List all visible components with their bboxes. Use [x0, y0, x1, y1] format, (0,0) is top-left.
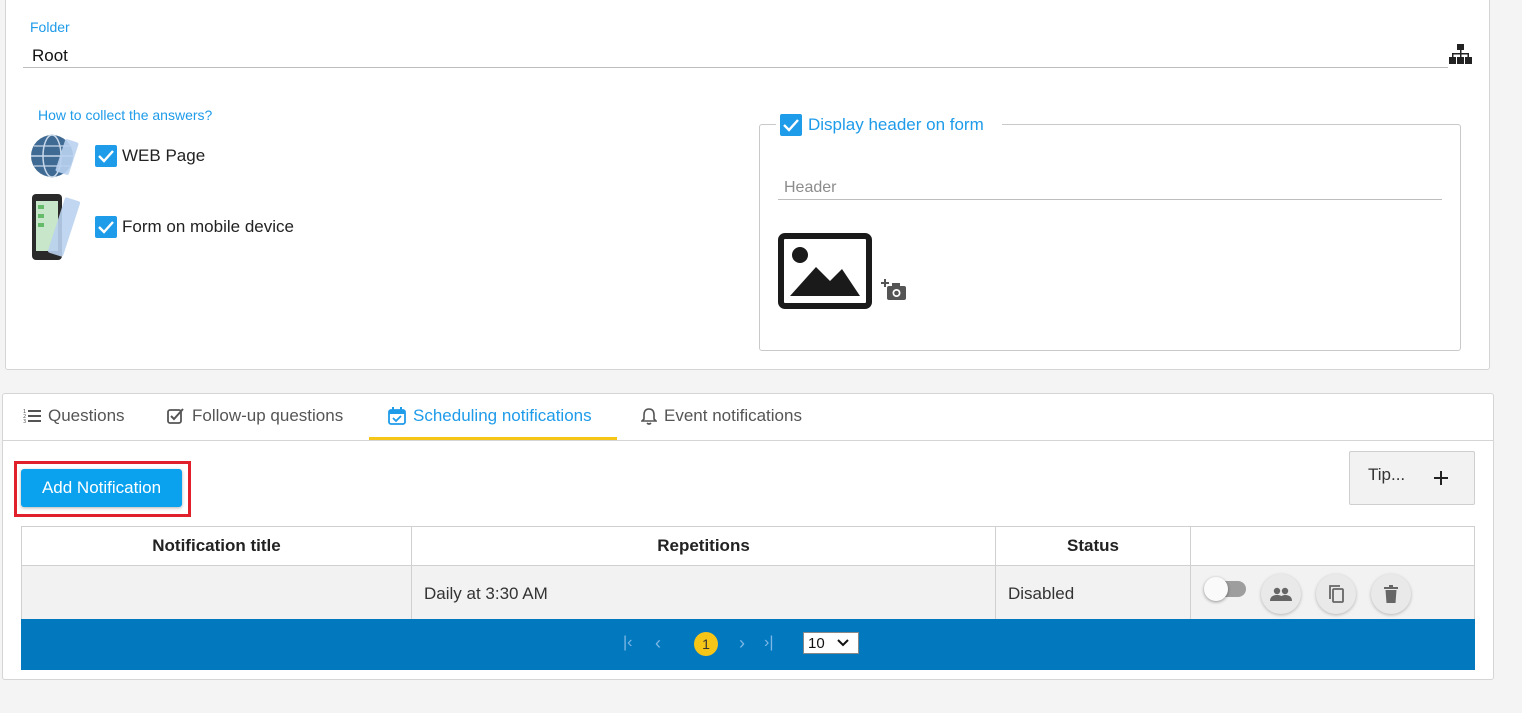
tab-follow-up-questions[interactable]: Follow-up questions: [167, 406, 343, 426]
mobile-form-label: Form on mobile device: [122, 217, 294, 236]
prev-page-icon[interactable]: ‹: [655, 633, 661, 654]
copy-icon: [1329, 585, 1344, 603]
tab-event-label: Event notifications: [664, 406, 802, 425]
trash-icon: [1384, 585, 1398, 603]
first-page-icon[interactable]: |‹: [623, 634, 632, 652]
calendar-check-icon: [388, 407, 406, 425]
tab-event-notifications[interactable]: Event notifications: [641, 406, 802, 426]
folder-label: Folder: [30, 19, 70, 35]
display-header-checkbox[interactable]: [780, 114, 802, 136]
column-header-status[interactable]: Status: [995, 526, 1191, 566]
folder-field-underline: [23, 67, 1448, 68]
folder-tree-icon[interactable]: [1449, 44, 1472, 70]
cell-repetitions: Daily at 3:30 AM: [411, 565, 996, 623]
people-icon: [1270, 587, 1292, 601]
header-input[interactable]: Header: [784, 179, 836, 197]
table-row[interactable]: Daily at 3:30 AM Disabled: [21, 565, 1475, 623]
column-header-repetitions[interactable]: Repetitions: [411, 526, 996, 566]
checkbox-square-icon: [167, 408, 184, 424]
column-header-title[interactable]: Notification title: [21, 526, 412, 566]
header-input-underline: [778, 199, 1442, 200]
display-header-legend: Display header on form: [776, 112, 1002, 138]
pagination-bar: |‹ ‹ 1 › ›| 10: [21, 619, 1475, 670]
add-photo-icon[interactable]: [881, 279, 907, 306]
last-page-icon[interactable]: ›|: [764, 634, 773, 652]
delete-button[interactable]: [1371, 574, 1411, 614]
bell-icon: [641, 408, 657, 425]
current-page-indicator[interactable]: 1: [694, 632, 718, 656]
tab-scheduling-label: Scheduling notifications: [413, 406, 592, 425]
tabs-divider: [3, 440, 1493, 441]
toggle-knob: [1204, 577, 1228, 601]
page-size-value: 10: [808, 634, 825, 652]
folder-field[interactable]: Root: [32, 46, 68, 66]
tab-scheduling-notifications[interactable]: Scheduling notifications: [388, 406, 592, 426]
column-header-actions: [1190, 526, 1475, 566]
cell-title: [21, 565, 412, 623]
list-numbered-icon: 1 2 3: [23, 409, 41, 424]
tab-questions-label: Questions: [48, 406, 125, 425]
table-header-row: Notification title Repetitions Status: [21, 526, 1475, 566]
display-header-label: Display header on form: [808, 115, 984, 134]
cell-actions: [1190, 565, 1475, 623]
mobile-form-checkbox[interactable]: [95, 216, 117, 238]
page-size-select[interactable]: 10: [803, 632, 859, 654]
cell-status: Disabled: [995, 565, 1191, 623]
chevron-down-icon: [836, 639, 849, 647]
duplicate-button[interactable]: [1316, 574, 1356, 614]
mobile-form-icon: [30, 192, 82, 269]
next-page-icon[interactable]: ›: [739, 633, 745, 654]
tab-questions[interactable]: 1 2 3 Questions: [23, 406, 125, 426]
collect-answers-label: How to collect the answers?: [38, 107, 213, 123]
plus-icon: [1434, 471, 1448, 485]
globe-icon: [30, 132, 82, 185]
svg-text:3: 3: [23, 419, 26, 424]
tip-button[interactable]: Tip...: [1349, 451, 1475, 505]
image-placeholder-icon[interactable]: [778, 233, 873, 314]
web-page-label: WEB Page: [122, 146, 206, 165]
recipients-button[interactable]: [1261, 574, 1301, 614]
notifications-table: Notification title Repetitions Status Da…: [21, 526, 1475, 623]
tip-label: Tip...: [1368, 465, 1406, 484]
add-notification-button[interactable]: Add Notification: [21, 469, 182, 507]
web-page-checkbox[interactable]: [95, 145, 117, 167]
tab-follow-up-label: Follow-up questions: [192, 406, 344, 425]
